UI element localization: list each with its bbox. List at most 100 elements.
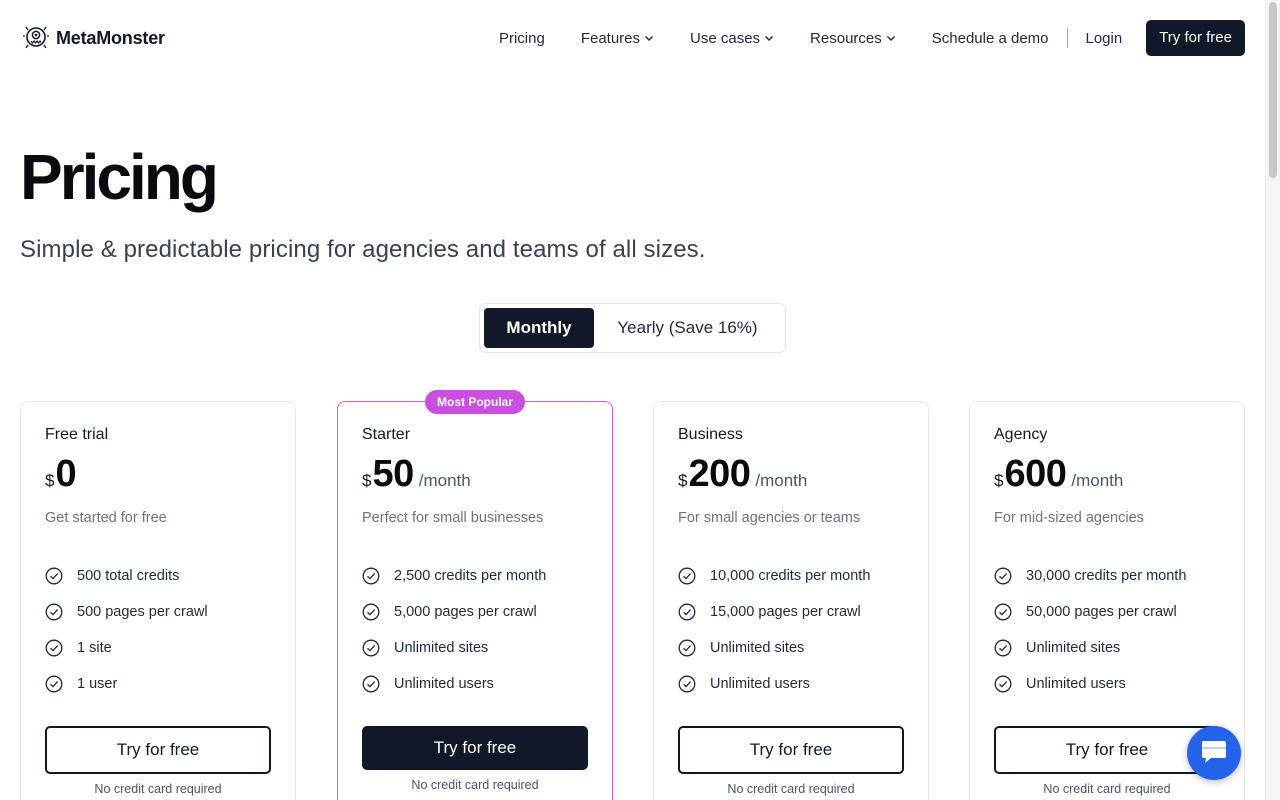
price-period: /month (418, 471, 471, 490)
check-circle-icon (994, 639, 1012, 657)
nav-features-label: Features (580, 29, 641, 47)
price-currency: $ (45, 471, 55, 490)
nav-use-cases[interactable]: Use cases (690, 30, 774, 47)
most-popular-badge: Most Popular (424, 390, 526, 414)
check-circle-icon (678, 567, 696, 585)
feature-item: 15,000 pages per crawl (678, 594, 904, 630)
check-circle-icon (45, 603, 63, 621)
billing-monthly-option[interactable]: Monthly (484, 308, 594, 348)
login-link[interactable]: Login (1086, 30, 1123, 47)
page-subtitle: Simple & predictable pricing for agencie… (20, 236, 706, 263)
feature-item: Unlimited users (362, 666, 588, 702)
scrollbar-thumb[interactable] (1269, 2, 1277, 178)
feature-text: 1 site (77, 640, 112, 656)
nav-pricing-label: Pricing (498, 29, 545, 47)
free-trial-try-free-button[interactable]: Try for free (45, 726, 271, 774)
starter-try-free-button[interactable]: Try for free (362, 726, 588, 770)
plan-name: Agency (994, 426, 1048, 443)
check-circle-icon (994, 567, 1012, 585)
feature-item: Unlimited sites (994, 630, 1220, 666)
plan-price: $ 200 /month (678, 454, 904, 498)
price-amount: 50 (372, 453, 414, 495)
nav-schedule-demo[interactable]: Schedule a demo (932, 30, 1049, 47)
check-circle-icon (362, 675, 380, 693)
feature-text: 5,000 pages per crawl (394, 604, 537, 620)
plan-description: Perfect for small businesses (362, 510, 544, 526)
feature-item: 500 pages per crawl (45, 594, 271, 630)
business-try-free-button[interactable]: Try for free (678, 726, 904, 774)
price-amount: 200 (688, 453, 751, 495)
price-period: /month (1071, 471, 1124, 490)
feature-text: Unlimited users (394, 676, 494, 692)
billing-toggle: Monthly Yearly (Save 16%) (479, 303, 786, 353)
nav-resources-label: Resources (810, 29, 882, 47)
feature-item: Unlimited sites (362, 630, 588, 666)
brand-logo[interactable]: MetaMonster (22, 24, 165, 52)
feature-text: 1 user (77, 676, 118, 692)
check-circle-icon (45, 675, 63, 693)
plan-name: Free trial (45, 426, 109, 443)
site-header: MetaMonster Pricing Features Use cases R… (0, 0, 1265, 76)
brand-name: MetaMonster (56, 27, 165, 48)
chevron-down-icon (886, 36, 895, 41)
plan-card-business: Business $ 200 /month For small agencies… (653, 401, 929, 800)
check-circle-icon (994, 675, 1012, 693)
check-circle-icon (994, 603, 1012, 621)
nav-divider (1066, 28, 1068, 48)
price-period: /month (755, 471, 808, 490)
feature-text: Unlimited sites (394, 640, 489, 656)
check-circle-icon (362, 639, 380, 657)
check-circle-icon (678, 603, 696, 621)
feature-text: 30,000 credits per month (1026, 568, 1187, 584)
nav-use-cases-label: Use cases (690, 29, 761, 47)
check-circle-icon (678, 675, 696, 693)
feature-text: Unlimited users (710, 676, 810, 692)
no-credit-card-note: No credit card required (94, 782, 222, 796)
feature-text: 15,000 pages per crawl (710, 604, 861, 620)
check-circle-icon (678, 639, 696, 657)
plan-description: For mid-sized agencies (994, 510, 1144, 526)
feature-text: 500 pages per crawl (77, 604, 208, 620)
feature-item: 10,000 credits per month (678, 558, 904, 594)
header-try-free-button[interactable]: Try for free (1146, 20, 1245, 56)
nav-schedule-demo-label: Schedule a demo (931, 29, 1049, 47)
feature-text: Unlimited sites (1026, 640, 1121, 656)
page-scrollbar[interactable] (1265, 0, 1280, 800)
feature-item: 1 site (45, 630, 271, 666)
feature-text: Unlimited sites (710, 640, 805, 656)
feature-item: 2,500 credits per month (362, 558, 588, 594)
check-circle-icon (362, 603, 380, 621)
no-credit-card-note: No credit card required (727, 782, 855, 796)
main-nav: Pricing Features Use cases Resources Sch… (499, 20, 1245, 56)
chat-launcher-button[interactable] (1187, 726, 1241, 780)
feature-item: Unlimited users (678, 666, 904, 702)
nav-pricing[interactable]: Pricing (499, 30, 545, 47)
plan-price: $ 50 /month (362, 454, 588, 498)
feature-text: 10,000 credits per month (710, 568, 871, 584)
page-title: Pricing (20, 141, 219, 213)
monster-logo-icon (23, 26, 49, 49)
feature-text: 500 total credits (77, 568, 180, 584)
nav-resources[interactable]: Resources (810, 30, 896, 47)
feature-item: 500 total credits (45, 558, 271, 594)
plan-card-free-trial: Free trial $ 0 Get started for free 500 … (20, 401, 296, 800)
feature-item: 50,000 pages per crawl (994, 594, 1220, 630)
plan-name: Business (678, 426, 743, 443)
feature-item: 1 user (45, 666, 271, 702)
price-currency: $ (994, 471, 1004, 490)
price-currency: $ (678, 471, 688, 490)
plan-card-starter: Most Popular Starter $ 50 /month Perfect… (337, 390, 613, 800)
feature-item: 30,000 credits per month (994, 558, 1220, 594)
feature-list: 10,000 credits per month 15,000 pages pe… (678, 558, 904, 702)
price-amount: 0 (55, 453, 77, 495)
billing-yearly-option[interactable]: Yearly (Save 16%) (594, 308, 781, 348)
nav-features[interactable]: Features (581, 30, 654, 47)
plan-price: $ 600 /month (994, 454, 1220, 498)
feature-item: Unlimited sites (678, 630, 904, 666)
feature-text: 2,500 credits per month (394, 568, 547, 584)
feature-text: Unlimited users (1026, 676, 1126, 692)
check-circle-icon (45, 639, 63, 657)
feature-list: 30,000 credits per month 50,000 pages pe… (994, 558, 1220, 702)
chat-bubble-icon (1202, 741, 1226, 763)
feature-list: 500 total credits 500 pages per crawl 1 … (45, 558, 271, 702)
